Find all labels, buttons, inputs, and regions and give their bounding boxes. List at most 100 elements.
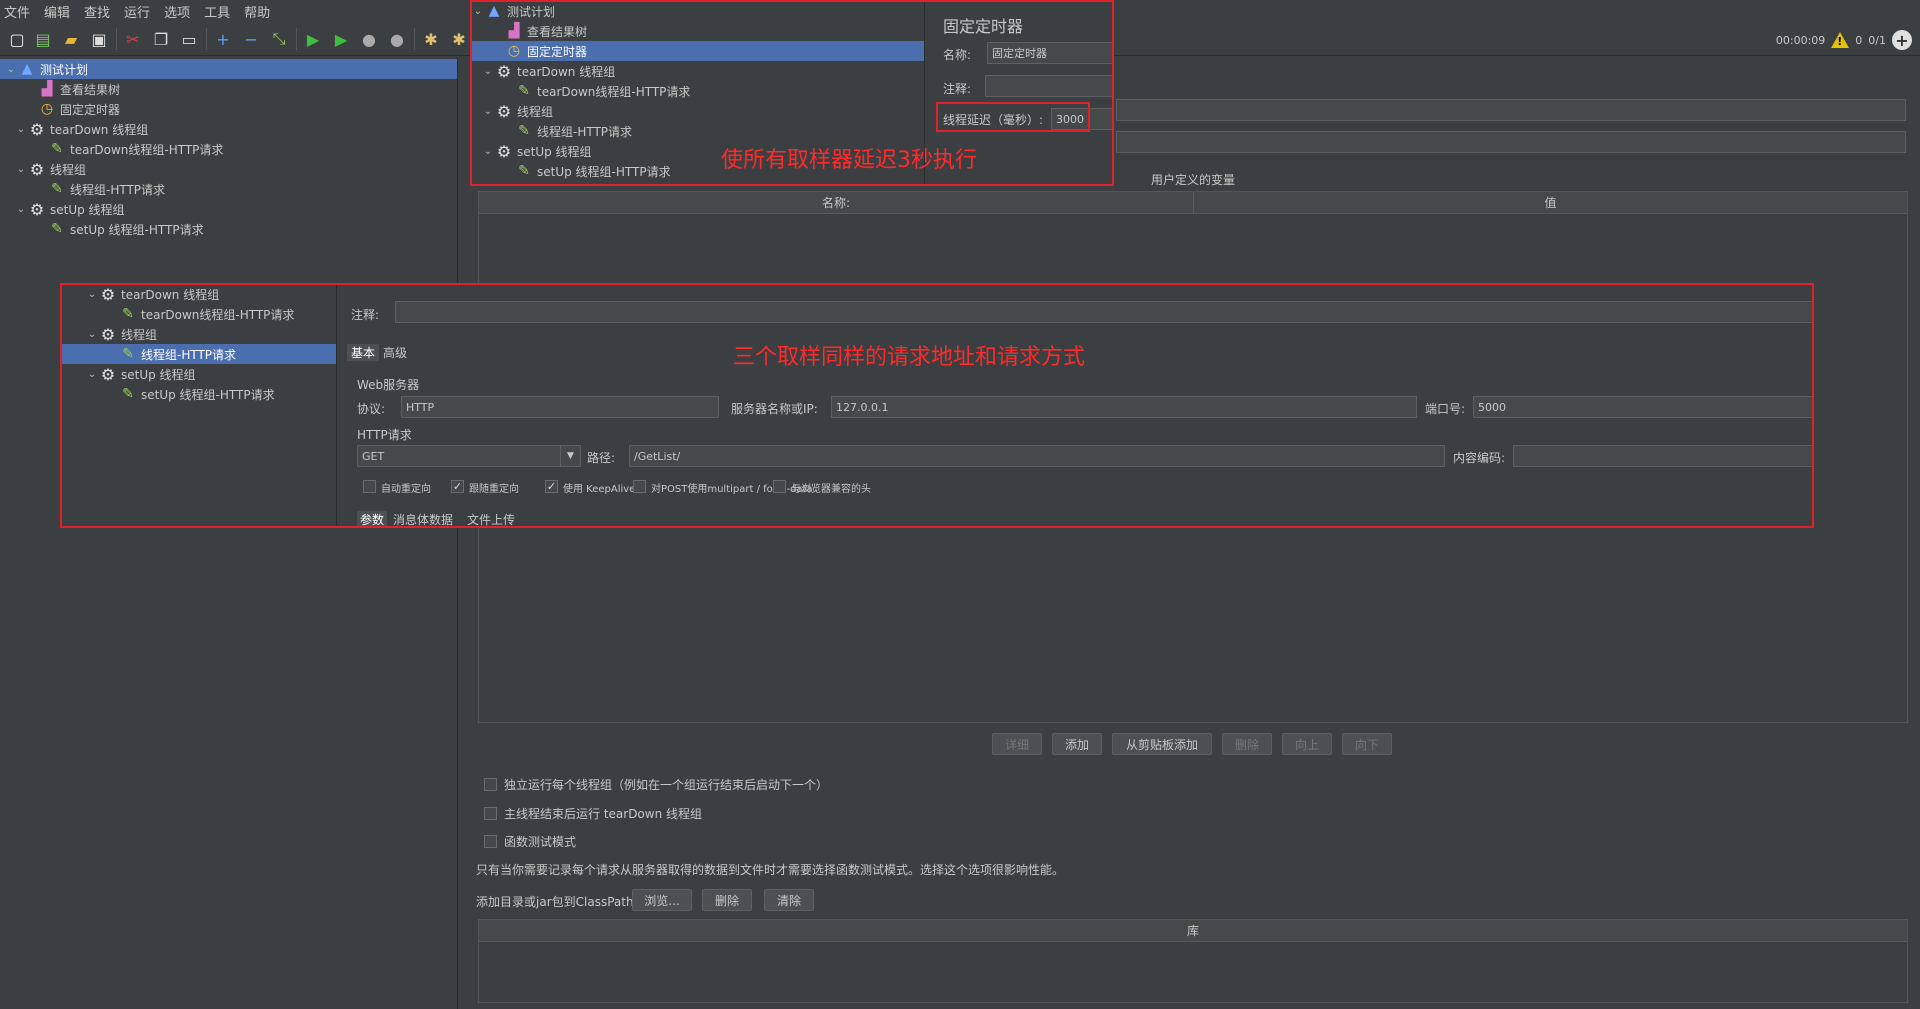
tab-basic[interactable]: 基本 xyxy=(347,344,380,361)
table-button[interactable]: 从剪贴板添加 xyxy=(1112,733,1212,755)
tree-item[interactable]: ⌄ ⚙ tearDown 线程组 xyxy=(0,119,457,139)
chevron-down-icon[interactable]: ⌄ xyxy=(481,66,495,77)
chevron-down-icon[interactable]: ⌄ xyxy=(481,146,495,157)
clear-icon[interactable]: ✱ xyxy=(420,28,442,50)
tree-item[interactable]: ✎ tearDown线程组-HTTP请求 xyxy=(0,139,457,159)
tree-item[interactable]: ◷ 固定定时器 xyxy=(0,99,457,119)
tree-item[interactable]: ✎ 线程组-HTTP请求 xyxy=(61,344,336,364)
table-button[interactable]: 向下 xyxy=(1342,733,1392,755)
option-checkbox[interactable]: ✓ xyxy=(545,480,558,493)
start-icon[interactable]: ▶ xyxy=(302,28,324,50)
browse-button[interactable]: 浏览... xyxy=(632,889,692,911)
tree-item[interactable]: ⌄ ⚙ 线程组 xyxy=(0,159,457,179)
collapse-icon[interactable]: − xyxy=(240,28,262,50)
menu-item-0[interactable]: 文件 xyxy=(4,2,30,21)
clear-classpath-button[interactable]: 清除 xyxy=(764,889,814,911)
comment-field[interactable] xyxy=(1116,131,1906,153)
tree-item[interactable]: ✎ tearDown线程组-HTTP请求 xyxy=(61,304,336,324)
chevron-down-icon[interactable]: ⌄ xyxy=(85,369,99,380)
gear-icon: ⚙ xyxy=(496,101,512,121)
independent-checkbox[interactable] xyxy=(484,778,497,791)
expand-icon[interactable]: + xyxy=(212,28,234,50)
tree-item[interactable]: ▟ 查看结果树 xyxy=(471,21,924,41)
tree-item[interactable]: ✎ setUp 线程组-HTTP请求 xyxy=(0,219,457,239)
chevron-down-icon[interactable]: ⌄ xyxy=(481,106,495,117)
path-field[interactable]: /GetList/ xyxy=(629,445,1445,467)
functional-checkbox[interactable] xyxy=(484,835,497,848)
server-field[interactable]: 127.0.0.1 xyxy=(831,396,1417,418)
menu-item-1[interactable]: 编辑 xyxy=(44,2,70,21)
clear-all-icon[interactable]: ✱ xyxy=(448,28,470,50)
option-checkbox[interactable] xyxy=(773,480,786,493)
tree-item[interactable]: ⌄ ⚙ 线程组 xyxy=(471,101,924,121)
option-checkbox[interactable]: ✓ xyxy=(451,480,464,493)
chevron-down-icon[interactable]: ⌄ xyxy=(14,164,28,175)
table-button[interactable]: 删除 xyxy=(1222,733,1272,755)
tree-item[interactable]: ⌄ ⚙ 线程组 xyxy=(61,324,336,344)
menu-item-5[interactable]: 工具 xyxy=(204,2,230,21)
tree-item[interactable]: ⌄ ⚙ setUp 线程组 xyxy=(0,199,457,219)
library-table: 库 xyxy=(478,919,1908,1003)
start-no-pause-icon[interactable]: ▶ xyxy=(330,28,352,50)
cut-icon[interactable]: ✂ xyxy=(122,28,144,50)
protocol-field[interactable]: HTTP xyxy=(401,396,719,418)
stop-icon[interactable]: ● xyxy=(358,28,380,50)
menu-item-4[interactable]: 选项 xyxy=(164,2,190,21)
column-name[interactable]: 名称: xyxy=(479,192,1194,214)
open-icon[interactable]: ▰ xyxy=(60,28,82,50)
teardown-label: 主线程结束后运行 tearDown 线程组 xyxy=(504,807,703,821)
subtab-body[interactable]: 消息体数据 xyxy=(393,511,453,528)
copy-icon[interactable]: ❐ xyxy=(150,28,172,50)
subtab-params[interactable]: 参数 xyxy=(357,511,388,528)
menu-item-2[interactable]: 查找 xyxy=(84,2,110,21)
tree-item[interactable]: ✎ 线程组-HTTP请求 xyxy=(0,179,457,199)
method-select[interactable]: GET ▼ xyxy=(357,445,581,467)
timer-comment-field[interactable] xyxy=(985,75,1113,97)
chevron-down-icon[interactable]: ⌄ xyxy=(14,204,28,215)
delay-field[interactable]: 3000 xyxy=(1051,108,1113,130)
table-button[interactable]: 详细 xyxy=(992,733,1042,755)
paste-icon[interactable]: ▭ xyxy=(178,28,200,50)
name-field[interactable] xyxy=(1116,99,1906,121)
tree-item[interactable]: ✎ tearDown线程组-HTTP请求 xyxy=(471,81,924,101)
option-checkbox[interactable] xyxy=(633,480,646,493)
table-button[interactable]: 向上 xyxy=(1282,733,1332,755)
tree-item[interactable]: ✎ 线程组-HTTP请求 xyxy=(471,121,924,141)
tree-item[interactable]: ⌄ ⚙ setUp 线程组 xyxy=(61,364,336,384)
warning-icon[interactable] xyxy=(1831,32,1850,48)
chevron-down-icon[interactable]: ⌄ xyxy=(471,6,485,17)
templates-icon[interactable]: ▤ xyxy=(32,28,54,50)
teardown-checkbox[interactable] xyxy=(484,807,497,820)
shutdown-icon[interactable]: ● xyxy=(386,28,408,50)
tree-item[interactable]: ◷ 固定定时器 xyxy=(471,41,924,61)
column-library[interactable]: 库 xyxy=(479,920,1907,942)
menu-item-3[interactable]: 运行 xyxy=(124,2,150,21)
option-checkbox[interactable] xyxy=(363,480,376,493)
chevron-down-icon[interactable]: ⌄ xyxy=(85,329,99,340)
tree-item[interactable]: ⌄ ⚙ tearDown 线程组 xyxy=(61,284,336,304)
chevron-down-icon[interactable]: ⌄ xyxy=(14,124,28,135)
chevron-down-icon[interactable]: ⌄ xyxy=(85,289,99,300)
column-value[interactable]: 值 xyxy=(1194,192,1907,214)
tree-item-label: 线程组-HTTP请求 xyxy=(141,347,237,362)
chevron-down-icon[interactable]: ⌄ xyxy=(4,64,18,75)
port-field[interactable]: 5000 xyxy=(1473,396,1813,418)
chevron-down-icon[interactable]: ▼ xyxy=(560,446,580,466)
tree-item[interactable]: ✎ setUp 线程组-HTTP请求 xyxy=(61,384,336,404)
menu-item-6[interactable]: 帮助 xyxy=(244,2,270,21)
remote-icon[interactable]: + xyxy=(1892,30,1912,50)
tree-item[interactable]: ⌄ ⚙ tearDown 线程组 xyxy=(471,61,924,81)
delete-classpath-button[interactable]: 删除 xyxy=(702,889,752,911)
toggle-icon[interactable]: ⤡ xyxy=(268,28,290,50)
save-icon[interactable]: ▣ xyxy=(88,28,110,50)
timer-name-field[interactable]: 固定定时器 xyxy=(987,42,1113,64)
tree-item[interactable]: ⌄ ▲ 测试计划 xyxy=(0,59,457,79)
subtab-files[interactable]: 文件上传 xyxy=(467,511,515,528)
table-button[interactable]: 添加 xyxy=(1052,733,1102,755)
tree-item[interactable]: ⌄ ▲ 测试计划 xyxy=(471,1,924,21)
encoding-field[interactable] xyxy=(1513,445,1813,467)
tree-item[interactable]: ▟ 查看结果树 xyxy=(0,79,457,99)
tab-advanced[interactable]: 高级 xyxy=(383,344,407,361)
http-comment-field[interactable] xyxy=(395,301,1813,323)
new-icon[interactable]: ▢ xyxy=(6,28,28,50)
